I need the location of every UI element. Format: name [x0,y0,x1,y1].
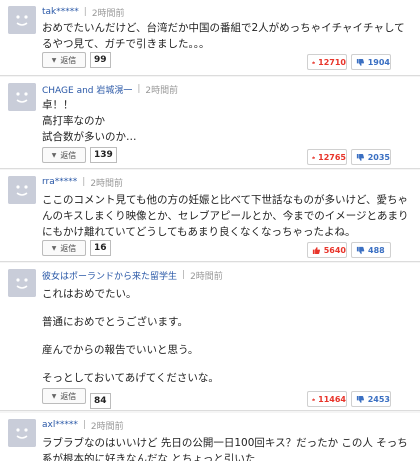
avatar[interactable] [8,176,36,204]
comment-line: 卓！！ [42,99,74,111]
thumbs-down-icon [356,153,365,161]
reply-label: 返信 [60,150,77,160]
username-link[interactable]: rra***** [42,177,77,187]
comment-meta: axl***** | 2時間前 [42,419,124,432]
meta-separator: | [182,270,186,280]
meta-separator: | [83,7,87,17]
timestamp: 2時間前 [91,8,125,19]
comment-line: ここのコメント見ても他の方の妊娠と比べて下世話なものが多いけど、愛ちゃんのキスし… [42,194,409,238]
meta-separator: | [82,177,86,187]
reply-label: 返信 [60,391,77,401]
avatar[interactable] [8,83,36,111]
comment-card: tak***** | 2時間前 おめでたいんだけど、台湾だか中国の番組で2人がめ… [0,0,420,76]
thumbs-down-icon [356,395,365,403]
comment-line: 試合数が多いのか… [42,131,137,143]
timestamp: 2時間前 [90,421,124,432]
comment-line: 高打率なのか [42,115,105,127]
thumbs-up-icon [312,246,321,254]
comment-meta: CHAGE and 岩城滉一 | 2時間前 [42,83,179,96]
comment-line: 産んでからの報告でいいと思う。 [42,344,199,356]
username-link[interactable]: 彼女はポーランドから来た留学生 [42,269,177,282]
comment-line: ラブラブなのはいいけど 先日の公開一日100回キス？だったか この人 そっち系が… [42,437,408,461]
comment-card: 彼女はポーランドから来た留学生 | 2時間前 これはおめでたい。 普通におめでと… [0,263,420,411]
meta-separator: | [82,420,86,430]
reply-count: 99 [90,52,111,68]
comment-text: ここのコメント見ても他の方の妊娠と比べて下世話なものが多いけど、愛ちゃんのキスし… [42,192,410,240]
dislike-count: 488 [368,245,385,255]
dislike-button[interactable]: 2453 [351,391,391,407]
meta-separator: | [137,84,141,94]
comment-meta: tak***** | 2時間前 [42,6,125,19]
reply-button[interactable]: ▼ 返信 [42,147,86,163]
caret-down-icon: ▼ [51,392,57,400]
dislike-count: 2035 [367,152,390,162]
like-count: 11464 [318,394,346,404]
timestamp: 2時間前 [190,271,223,282]
avatar[interactable] [8,269,36,297]
comment-card: rra***** | 2時間前 ここのコメント見ても他の方の妊娠と比べて下世話な… [0,170,420,262]
username-link[interactable]: axl***** [42,420,78,430]
like-button[interactable]: 11464 [307,391,347,407]
thumbs-down-icon [356,58,365,66]
reply-count: 84 [90,393,111,409]
dislike-button[interactable]: 488 [351,242,391,258]
thumbs-up-icon [312,155,315,159]
avatar[interactable] [8,419,36,447]
comment-meta: rra***** | 2時間前 [42,176,124,189]
username-link[interactable]: tak***** [42,7,79,17]
comment-text: ラブラブなのはいいけど 先日の公開一日100回キス？だったか この人 そっち系が… [42,435,410,461]
reply-label: 返信 [60,55,77,65]
like-button[interactable]: 12710 [307,54,347,70]
like-count: 12765 [318,152,346,162]
reply-button[interactable]: ▼ 返信 [42,388,86,404]
comment-text: これはおめでたい。 普通におめでとうございます。 産んでからの報告でいいと思う。… [42,287,410,386]
thumbs-up-icon [312,397,315,401]
thumbs-down-icon [356,246,365,254]
dislike-count: 2453 [367,394,390,404]
comment-feed: tak***** | 2時間前 おめでたいんだけど、台湾だか中国の番組で2人がめ… [0,0,420,461]
username-link[interactable]: CHAGE and 岩城滉一 [42,83,132,96]
comment-card: axl***** | 2時間前 ラブラブなのはいいけど 先日の公開一日100回キ… [0,413,420,461]
caret-down-icon: ▼ [51,56,57,64]
comment-line: そっとしておいてあげてくださいな。 [42,372,219,384]
comment-text: 卓！！ 高打率なのか 試合数が多いのか… [42,97,410,145]
dislike-button[interactable]: 1904 [351,54,391,70]
like-button[interactable]: 5640 [307,242,347,258]
dislike-count: 1904 [367,57,390,67]
reply-button[interactable]: ▼ 返信 [42,52,86,68]
reply-count: 139 [90,147,117,163]
avatar[interactable] [8,6,36,34]
caret-down-icon: ▼ [51,151,57,159]
like-count: 12710 [318,57,346,67]
comment-card: CHAGE and 岩城滉一 | 2時間前 卓！！ 高打率なのか 試合数が多いの… [0,77,420,169]
caret-down-icon: ▼ [51,244,57,252]
reply-label: 返信 [60,243,77,253]
reply-count: 16 [90,240,111,256]
comment-line: おめでたいんだけど、台湾だか中国の番組で2人がめっちゃイチャイチャしてるやつ見て… [42,22,405,50]
comment-line: 普通におめでとうございます。 [42,316,188,328]
timestamp: 2時間前 [90,178,124,189]
comment-line: これはおめでたい。 [42,288,137,300]
like-button[interactable]: 12765 [307,149,347,165]
reply-button[interactable]: ▼ 返信 [42,240,86,256]
dislike-button[interactable]: 2035 [351,149,391,165]
thumbs-up-icon [312,60,315,64]
timestamp: 2時間前 [145,85,179,96]
like-count: 5640 [323,245,346,255]
comment-text: おめでたいんだけど、台湾だか中国の番組で2人がめっちゃイチャイチャしてるやつ見て… [42,20,410,52]
comment-meta: 彼女はポーランドから来た留学生 | 2時間前 [42,269,223,282]
